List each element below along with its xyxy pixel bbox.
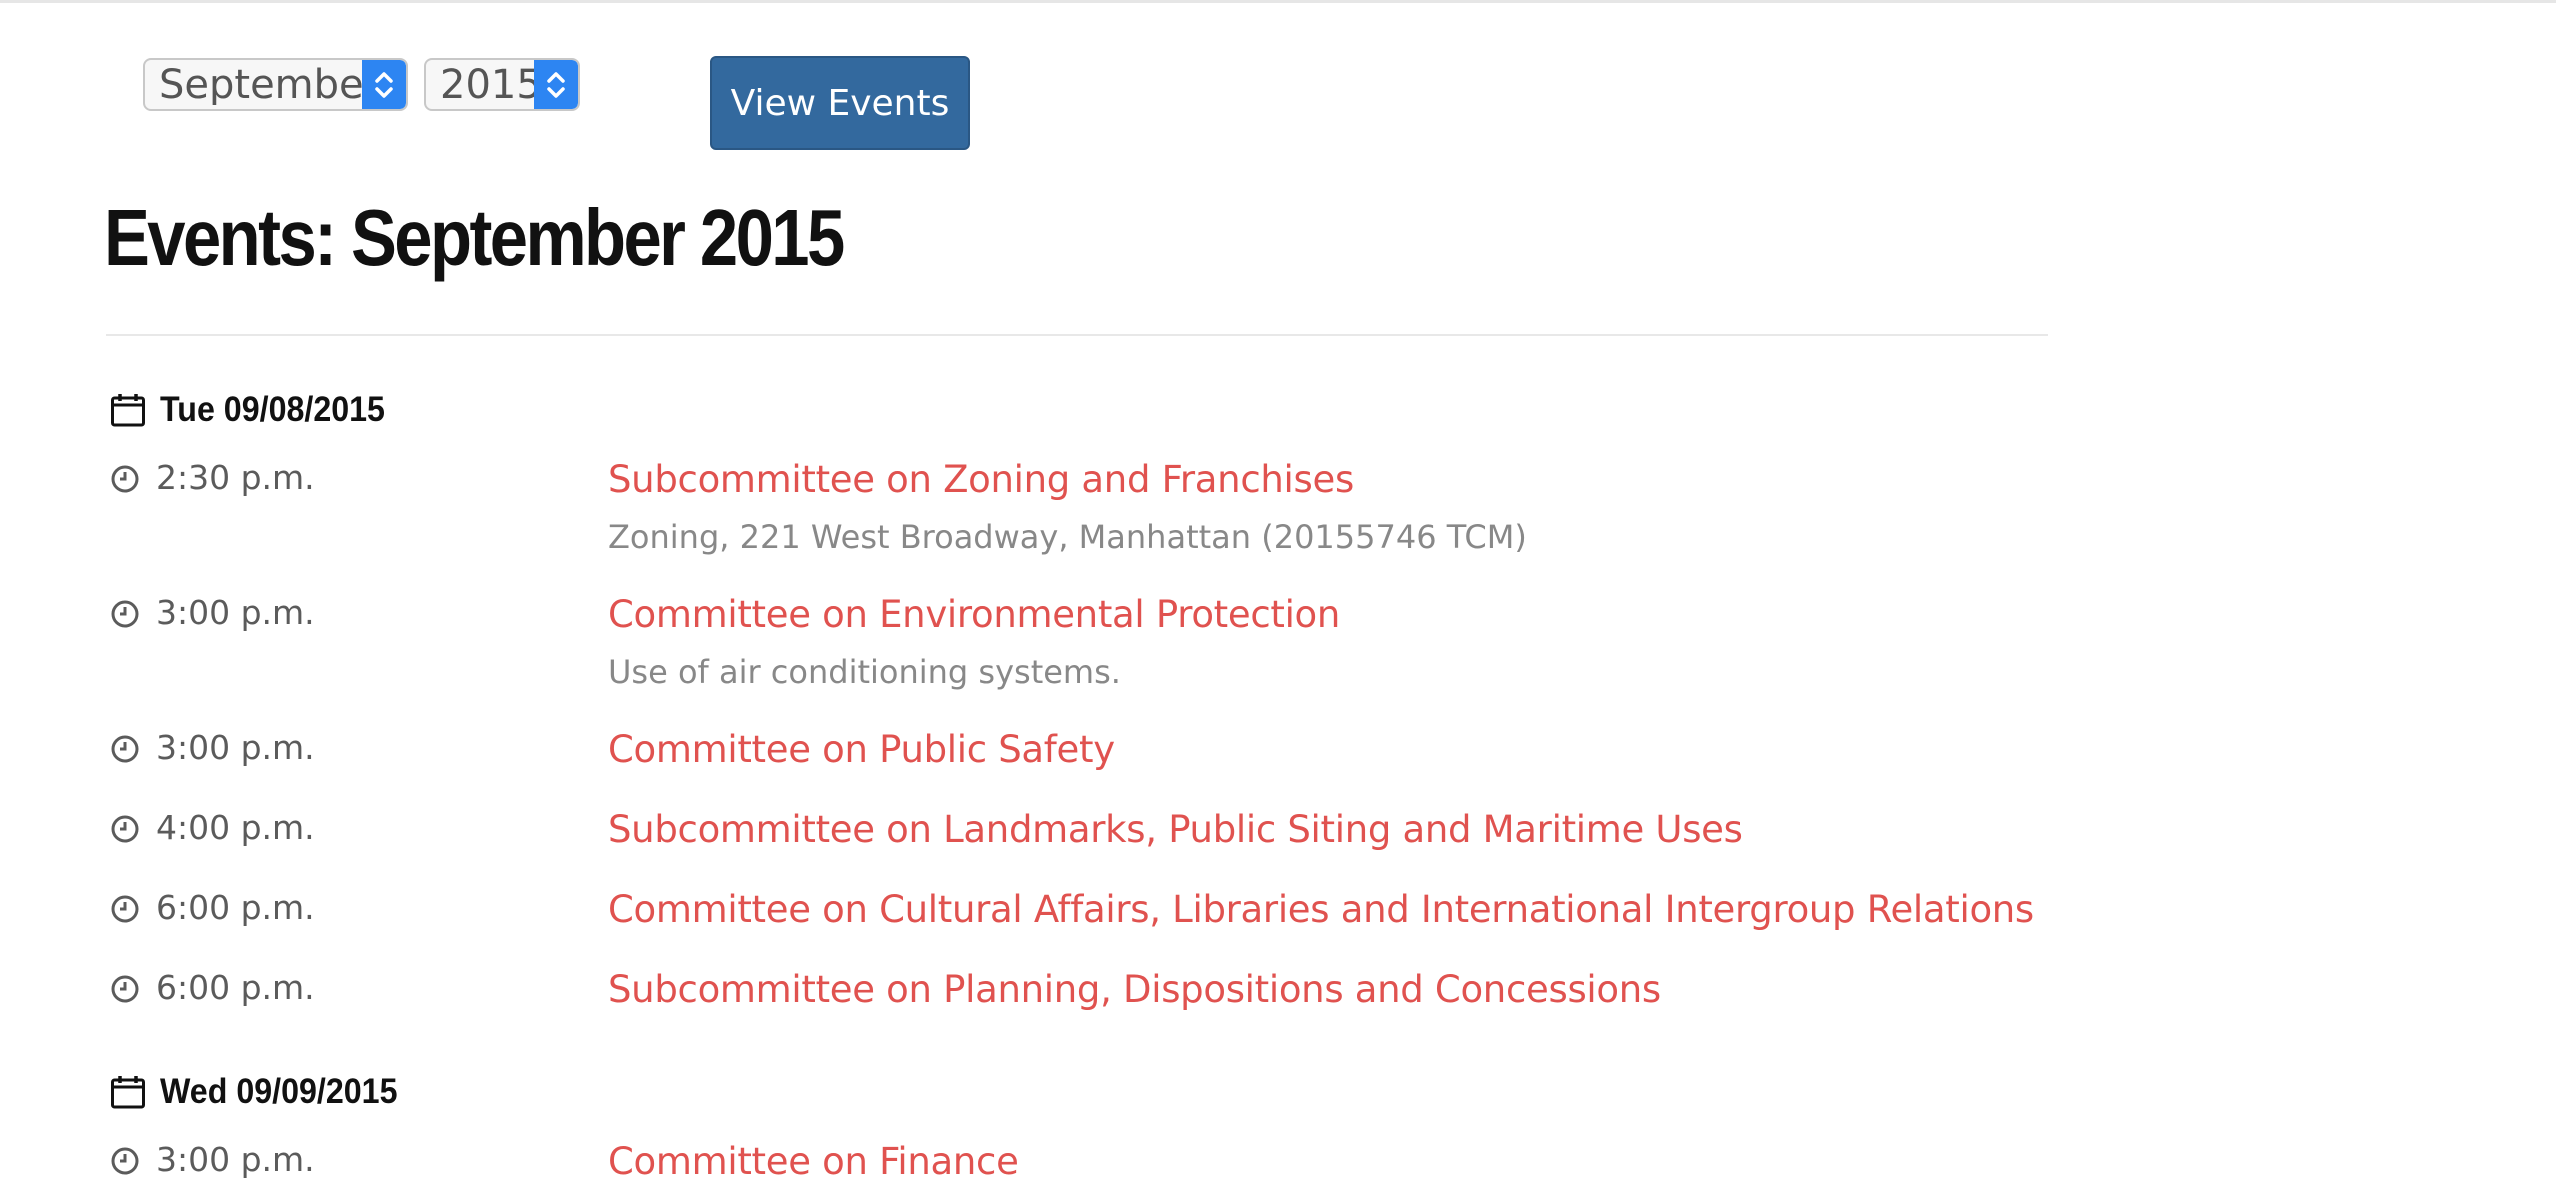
event-link[interactable]: Committee on Cultural Affairs, Libraries… (608, 888, 2034, 931)
date-heading: Tue 09/08/2015 (110, 390, 405, 430)
clock-icon (110, 733, 140, 763)
event-link[interactable]: Committee on Finance (608, 1140, 1019, 1183)
event-description: Zoning, 221 West Broadway, Manhattan (20… (608, 518, 1527, 556)
view-events-button[interactable]: View Events (710, 56, 970, 150)
year-select-value: 2015 (440, 64, 534, 105)
event-time: 3:00 p.m. (110, 728, 315, 767)
event-time: 6:00 p.m. (110, 888, 315, 927)
event-time-text: 6:00 p.m. (156, 968, 315, 1007)
clock-icon (110, 893, 140, 923)
chevron-updown-icon (534, 60, 578, 109)
clock-icon (110, 463, 140, 493)
month-select-value: September (159, 64, 362, 105)
year-select[interactable]: 2015 (424, 58, 580, 111)
clock-icon (110, 598, 140, 628)
event-time: 2:30 p.m. (110, 458, 315, 497)
event-link[interactable]: Subcommittee on Planning, Dispositions a… (608, 968, 1661, 1011)
clock-icon (110, 813, 140, 843)
date-heading: Wed 09/09/2015 (110, 1072, 418, 1112)
calendar-icon (110, 1074, 146, 1110)
date-text: Tue 09/08/2015 (160, 390, 385, 429)
event-time-text: 3:00 p.m. (156, 728, 315, 767)
month-select[interactable]: September (143, 58, 408, 111)
event-time: 3:00 p.m. (110, 593, 315, 632)
event-time-text: 4:00 p.m. (156, 808, 315, 847)
event-time: 3:00 p.m. (110, 1140, 315, 1179)
event-time: 4:00 p.m. (110, 808, 315, 847)
event-description: Use of air conditioning systems. (608, 653, 1121, 691)
event-time-text: 3:00 p.m. (156, 593, 315, 632)
chevron-updown-icon (362, 60, 406, 109)
event-link[interactable]: Committee on Environmental Protection (608, 593, 1340, 636)
event-time-text: 6:00 p.m. (156, 888, 315, 927)
top-divider (0, 0, 2556, 3)
event-link[interactable]: Subcommittee on Landmarks, Public Siting… (608, 808, 1743, 851)
title-divider (106, 334, 2048, 336)
page-title: Events: September 2015 (104, 193, 845, 282)
calendar-icon (110, 392, 146, 428)
date-text: Wed 09/09/2015 (160, 1072, 398, 1111)
event-link[interactable]: Subcommittee on Zoning and Franchises (608, 458, 1354, 501)
event-time-text: 3:00 p.m. (156, 1140, 315, 1179)
event-link[interactable]: Committee on Public Safety (608, 728, 1115, 771)
clock-icon (110, 1145, 140, 1175)
clock-icon (110, 973, 140, 1003)
event-time: 6:00 p.m. (110, 968, 315, 1007)
event-time-text: 2:30 p.m. (156, 458, 315, 497)
